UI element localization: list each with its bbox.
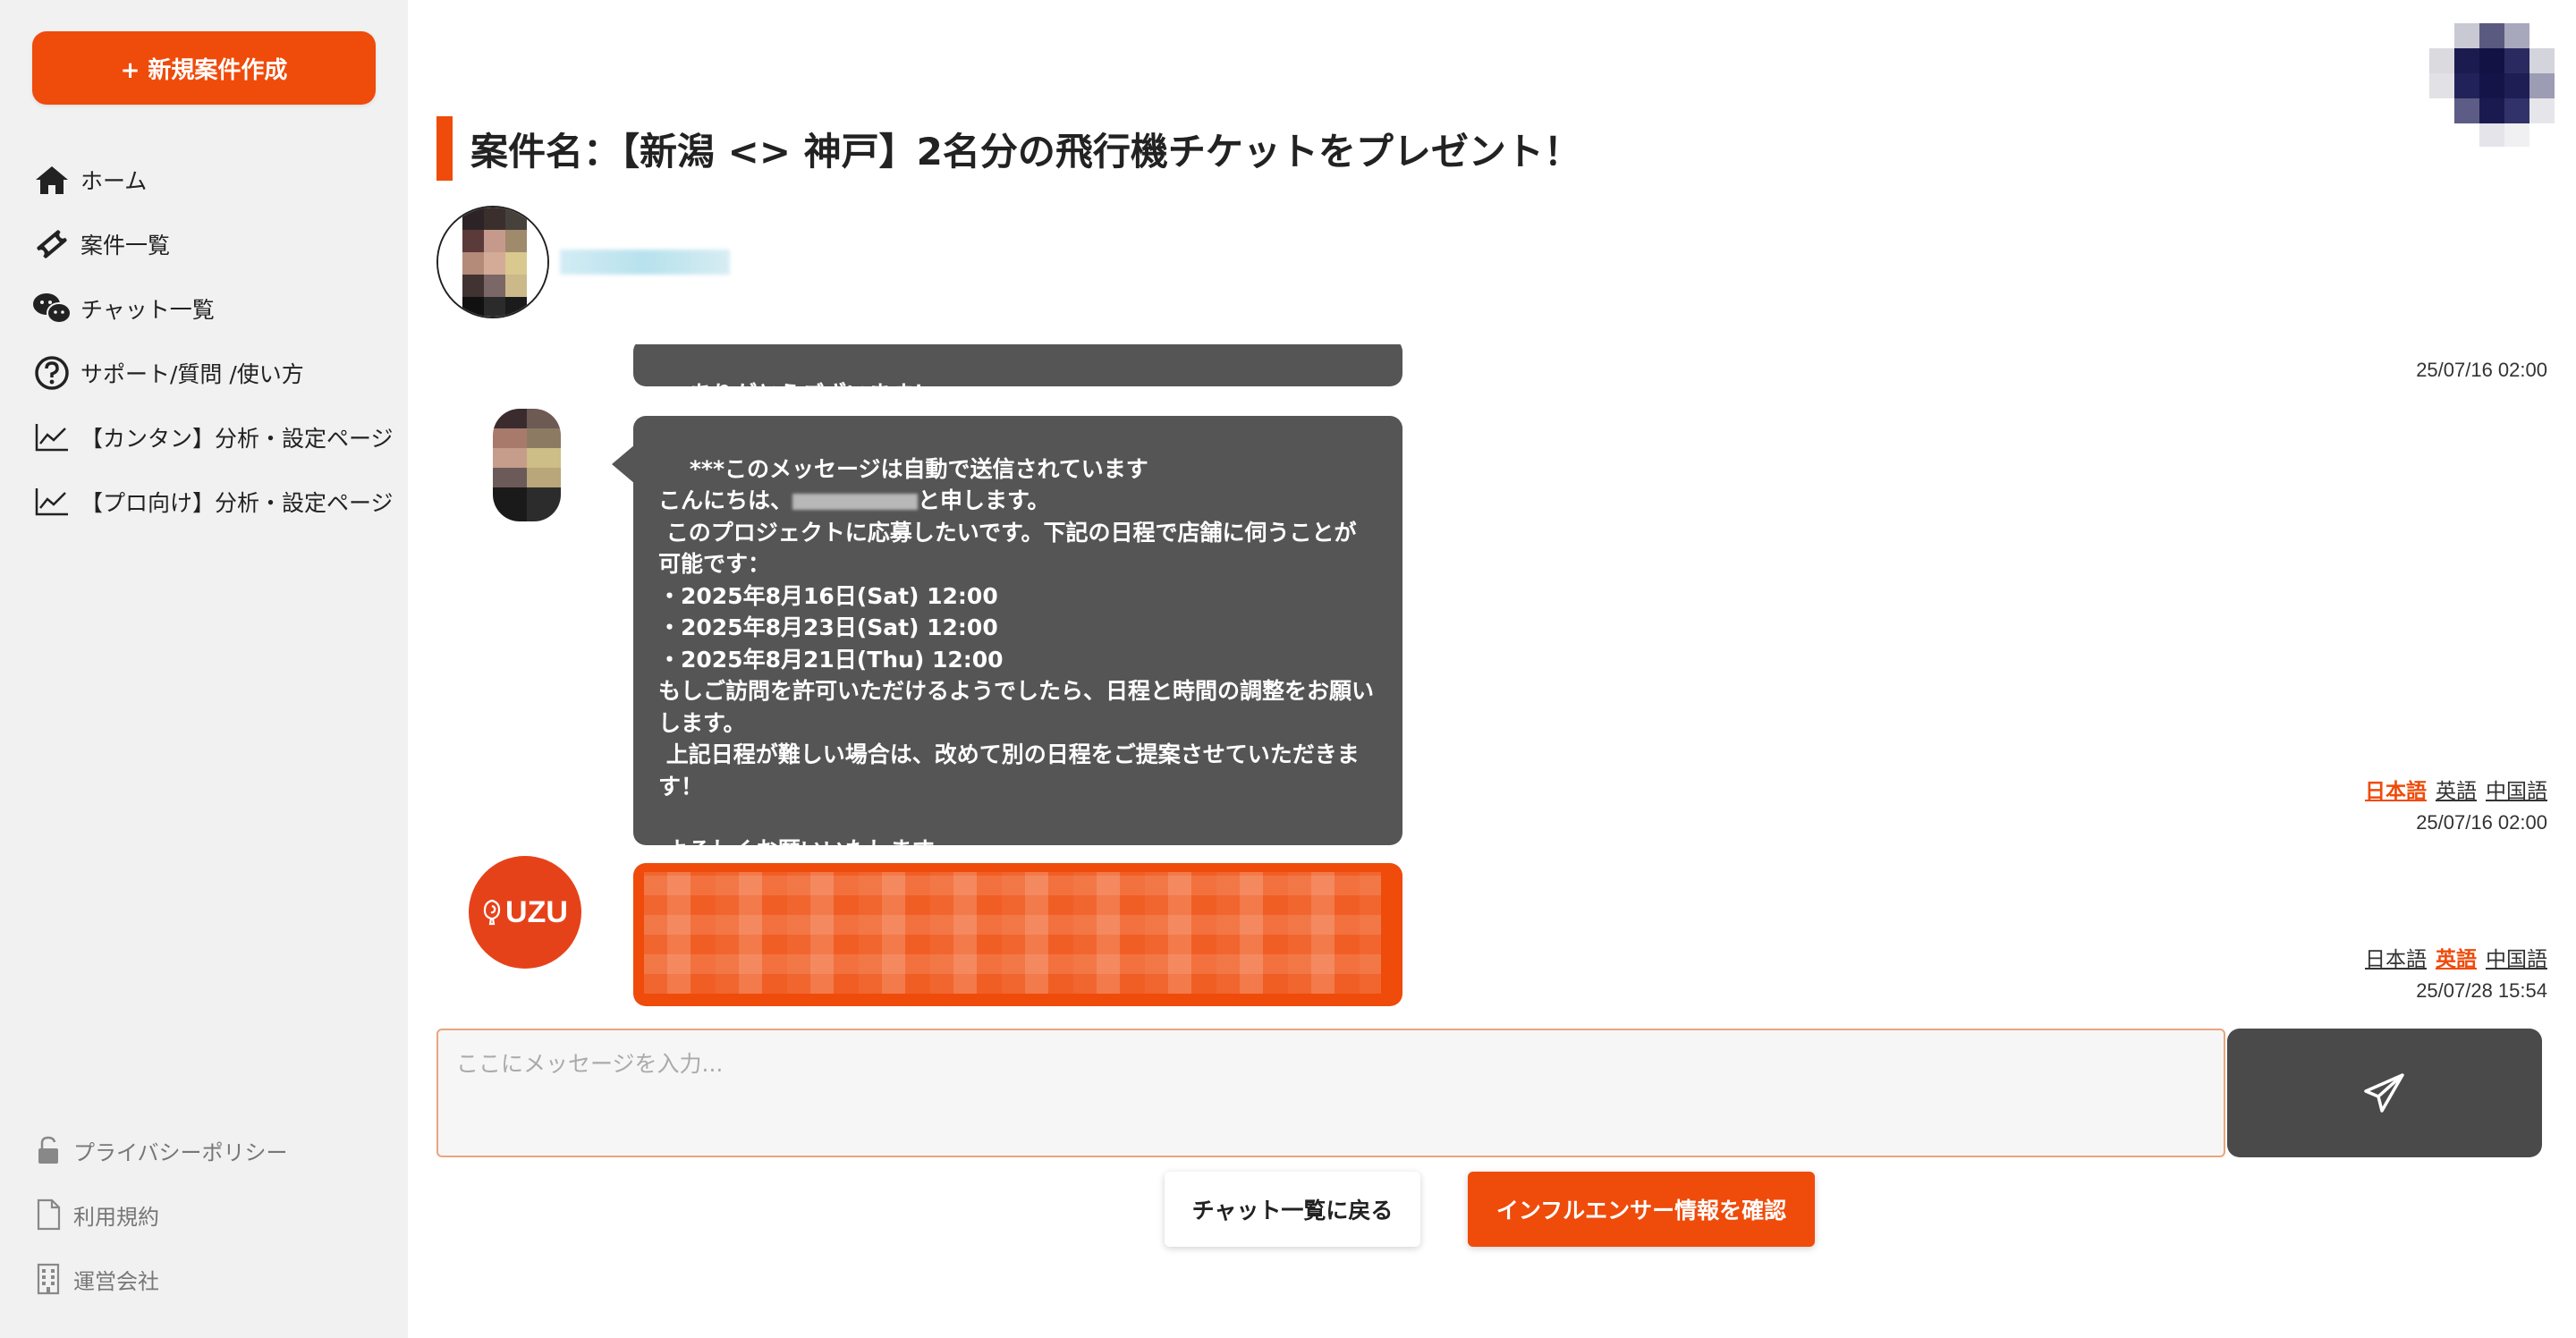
page-title: 案件名：【新潟 <> 神戸】2名分の飛行機チケットをプレゼント！: [470, 129, 1581, 174]
new-project-button[interactable]: + 新規案件作成: [32, 31, 376, 105]
lang-english-link[interactable]: 英語: [2436, 942, 2477, 972]
line-chart-icon: [32, 482, 72, 521]
uzu-logo-icon: [483, 899, 501, 926]
footer-link-label: プライバシーポリシー: [73, 1139, 288, 1165]
sidebar-item-home[interactable]: ホーム: [32, 148, 408, 212]
view-influencer-info-button[interactable]: インフルエンサー情報を確認: [1468, 1172, 1815, 1247]
message-timestamp: 25/07/28 15:54: [2416, 979, 2547, 1002]
lang-chinese-link[interactable]: 中国語: [2486, 942, 2547, 972]
sidebar-item-chats[interactable]: チャット一覧: [32, 276, 408, 341]
lang-japanese-link[interactable]: 日本語: [2365, 942, 2427, 972]
line-chart-icon: [32, 418, 72, 457]
title-accent-bar: [436, 116, 453, 181]
back-to-chat-list-button[interactable]: チャット一覧に戻る: [1165, 1172, 1420, 1247]
sidebar-item-label: チャット一覧: [80, 297, 215, 323]
sidebar: + 新規案件作成 ホーム 案件一覧 チャット一覧 サポート/質問 /使い方 【カ…: [0, 0, 408, 1338]
message-composer: [436, 1029, 2544, 1157]
sidebar-item-label: 案件一覧: [80, 233, 171, 258]
partner-avatar[interactable]: [436, 206, 549, 318]
paper-plane-icon: [2364, 1073, 2404, 1113]
message-timestamp: 25/07/16 02:00: [2416, 359, 2547, 381]
privacy-policy-link[interactable]: プライバシーポリシー: [32, 1118, 390, 1182]
building-icon: [32, 1261, 64, 1297]
chat-partner: [436, 206, 730, 318]
sidebar-footer: プライバシーポリシー 利用規約 運営会社: [32, 1118, 390, 1311]
footer-link-label: 運営会社: [73, 1268, 159, 1294]
sidebar-item-pro-analytics[interactable]: 【プロ向け】分析・設定ページ: [32, 470, 408, 534]
partner-message-avatar: [493, 409, 561, 521]
account-avatar[interactable]: [2429, 23, 2563, 147]
chat-messages[interactable]: ありがとうございます！ 25/07/16 02:00 ***このメッセージは自動…: [436, 344, 2547, 1011]
partner-name-redacted: [560, 250, 730, 275]
sidebar-item-projects[interactable]: 案件一覧: [32, 212, 408, 276]
message-bubble-redacted: [633, 863, 1402, 1006]
company-link[interactable]: 運営会社: [32, 1247, 390, 1311]
message-text: と申します。 このプロジェクトに応募したいです。下記の日程で店舗に伺うことが可能…: [658, 487, 1375, 863]
sidebar-nav: ホーム 案件一覧 チャット一覧 サポート/質問 /使い方 【カンタン】分析・設定…: [32, 148, 408, 534]
lang-chinese-link[interactable]: 中国語: [2486, 774, 2547, 804]
message-bubble: ***このメッセージは自動で送信されています こんにちは、 と申します。 このプロ…: [612, 416, 1402, 863]
document-icon: [32, 1197, 64, 1232]
sidebar-item-simple-analytics[interactable]: 【カンタン】分析・設定ページ: [32, 405, 408, 470]
terms-link[interactable]: 利用規約: [32, 1182, 390, 1247]
bubble-tail: [612, 445, 635, 484]
lang-english-link[interactable]: 英語: [2436, 774, 2477, 804]
message-timestamp: 25/07/16 02:00: [2416, 811, 2547, 834]
lock-icon: [32, 1132, 64, 1168]
message-text: ありがとうございます！: [689, 380, 936, 407]
translation-language-switcher: 日本語 英語 中国語: [2365, 942, 2547, 972]
send-button[interactable]: [2227, 1029, 2542, 1157]
page-header: 案件名：【新潟 <> 神戸】2名分の飛行機チケットをプレゼント！: [436, 116, 1581, 181]
sidebar-item-label: 【カンタン】分析・設定ページ: [80, 426, 394, 452]
lang-japanese-link[interactable]: 日本語: [2365, 774, 2427, 804]
ticket-icon: [32, 224, 72, 264]
chat-bubbles-icon: [32, 289, 72, 328]
uzu-avatar: UZU: [469, 856, 581, 969]
home-icon: [32, 160, 72, 199]
footer-link-label: 利用規約: [73, 1204, 159, 1230]
sidebar-item-label: ホーム: [80, 168, 148, 194]
sidebar-item-label: サポート/質問 /使い方: [80, 361, 304, 387]
message-input[interactable]: [436, 1029, 2225, 1157]
sidebar-item-support[interactable]: サポート/質問 /使い方: [32, 341, 408, 405]
uzu-avatar-label: UZU: [505, 894, 568, 929]
redacted-name: [792, 494, 919, 510]
question-circle-icon: [32, 353, 72, 393]
sidebar-item-label: 【プロ向け】分析・設定ページ: [80, 490, 394, 516]
bubble-tail: [633, 892, 635, 931]
translation-language-switcher: 日本語 英語 中国語: [2365, 774, 2547, 804]
message-bubble: ありがとうございます！: [633, 344, 1402, 407]
